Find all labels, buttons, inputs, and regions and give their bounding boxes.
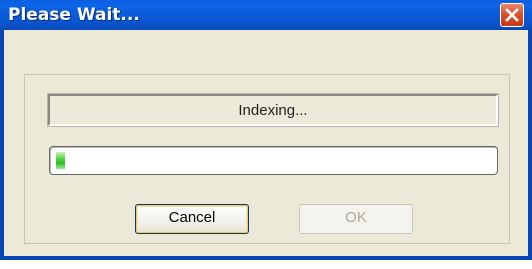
status-text: Indexing... — [238, 102, 308, 119]
close-button[interactable] — [500, 3, 524, 27]
cancel-button[interactable]: Cancel — [135, 204, 249, 234]
progress-fill — [56, 152, 65, 169]
progress-bar — [49, 146, 498, 175]
close-x-icon — [505, 8, 519, 22]
status-box: Indexing... — [47, 93, 499, 127]
window-border-bottom — [0, 256, 532, 260]
window-border-left — [0, 30, 4, 260]
title-bar[interactable]: Please Wait... — [0, 0, 532, 30]
window-title: Please Wait... — [8, 5, 140, 25]
window-border-right — [528, 30, 532, 260]
please-wait-dialog: Please Wait... Indexing... Cancel OK — [0, 0, 532, 260]
ok-button: OK — [299, 204, 413, 234]
